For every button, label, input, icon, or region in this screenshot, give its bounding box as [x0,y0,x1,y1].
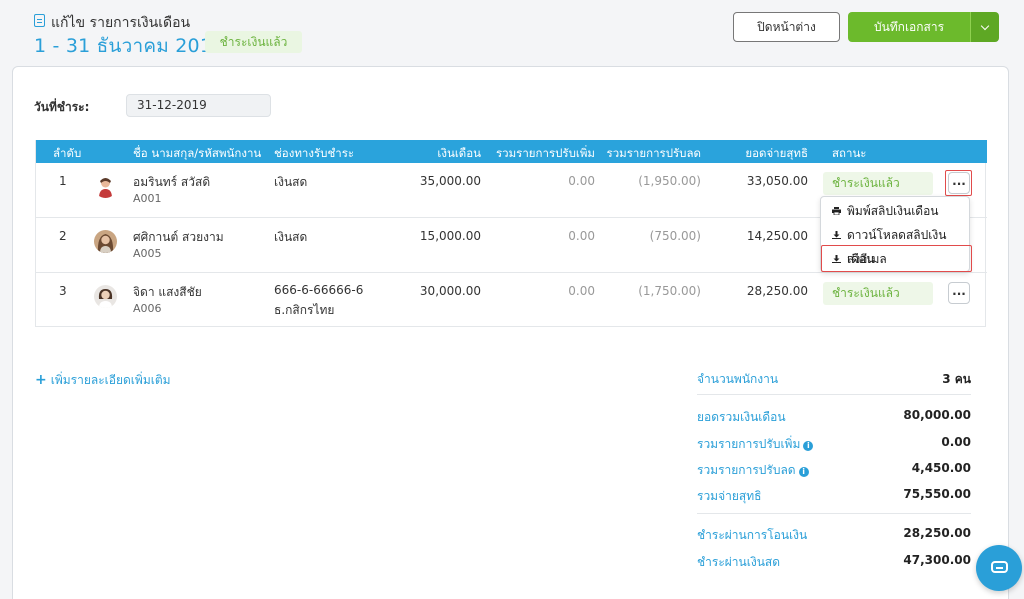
row-number: 2 [59,229,67,243]
transfer-value: 28,250.00 [903,526,971,540]
row-number: 3 [59,284,67,298]
total-add-label: รวมรายการปรับเพิ่ม i [697,435,814,454]
payment-date-label: วันที่ชำระ: [34,100,90,114]
divider [697,394,971,395]
info-icon[interactable]: i [798,467,809,477]
table-row: 3 จิดา แสงสีชัย A006 666-6-66666-6 ธ.กสิ… [36,273,987,328]
salary: 35,000.00 [419,174,481,188]
employee-name: จิดา แสงสีชัย [133,285,202,299]
column-header-no: ลำดับ [53,146,82,160]
plus-icon: + [35,372,47,388]
add-more-label: เพิ่มรายละเอียดเพิ่มเติม [50,373,171,387]
column-header-add: รวมรายการปรับเพิ่ม [495,146,595,160]
employee-name: อมรินทร์ สวัสดิ [133,175,211,189]
payment-bank: ธ.กสิกรไทย [274,303,335,317]
payment-channel: เงินสด [274,230,308,244]
total-deduct-value: 4,450.00 [911,461,971,475]
payroll-period: 1 - 31 ธันวาคม 2019 [34,35,225,57]
net-pay: 28,250.00 [746,284,808,298]
total-deduct: (750.00) [649,229,701,243]
avatar [94,230,117,253]
total-salary-value: 80,000.00 [903,408,971,422]
total-deduct: (1,950.00) [638,174,701,188]
payment-date-field[interactable]: 31-12-2019 [126,94,271,117]
employee-code: A005 [133,247,162,260]
salary: 15,000.00 [419,229,481,243]
status-badge: ชำระเงินแล้ว [823,282,933,305]
salary: 30,000.00 [419,284,481,298]
save-document-button[interactable]: บันทึกเอกสาร [848,12,970,42]
net-total-value: 75,550.00 [903,487,971,501]
employee-name: ศศิกานต์ สวยงาม [133,230,224,244]
more-options-button[interactable]: ... [948,282,970,304]
net-pay: 14,250.00 [746,229,808,243]
close-window-button[interactable]: ปิดหน้าต่าง [733,12,840,42]
payment-channel: 666-6-66666-6 [274,283,364,297]
payment-channel: เงินสด [274,175,308,189]
column-header-status: สถานะ [832,146,867,160]
column-header-net: ยอดจ่ายสุทธิ [745,146,808,160]
menu-item-label: พิมพ์สลิปเงินเดือน [847,204,939,218]
total-add: 0.00 [568,174,595,188]
employee-count-value: 3 คน [942,372,971,386]
status-badge: ชำระเงินแล้ว [205,31,302,53]
cash-label: ชำระผ่านเงินสด [697,555,781,569]
column-header-name: ชื่อ นามสกุล/รหัสพนักงาน [133,146,262,160]
payroll-summary: จำนวนพนักงาน 3 คน ยอดรวมเงินเดือน 80,000… [697,360,971,599]
total-add: 0.00 [568,229,595,243]
more-options-highlight [945,170,972,196]
total-add-value: 0.00 [941,435,971,449]
column-header-channel: ช่องทางรับชำระ [274,146,355,160]
total-salary-label: ยอดรวมเงินเดือน [697,410,786,424]
document-icon [34,14,45,27]
status-badge: ชำระเงินแล้ว [823,172,933,195]
avatar [94,175,117,198]
add-more-details-link[interactable]: + เพิ่มรายละเอียดเพิ่มเติม [35,371,171,390]
download-icon [832,231,841,239]
net-total-label: รวมจ่ายสุทธิ [697,489,762,503]
employee-code: A006 [133,302,162,315]
menu-item-download-slip[interactable]: ดาวน์โหลดสลิปเงินเดือน [821,223,971,266]
divider [697,513,971,514]
total-deduct-label: รวมรายการปรับลด i [697,461,809,480]
column-header-salary: เงินเดือน [437,146,481,160]
total-add: 0.00 [568,284,595,298]
cash-value: 47,300.00 [903,553,971,567]
total-deduct: (1,750.00) [638,284,701,298]
column-header-deduct: รวมรายการปรับลด [606,146,701,160]
info-icon[interactable]: i [803,441,814,451]
row-number: 1 [59,174,67,188]
print-icon [832,207,841,215]
employee-count-label: จำนวนพนักงาน [697,372,779,386]
menu-item-print-slip[interactable]: พิมพ์สลิปเงินเดือน [821,199,971,223]
chat-icon [991,561,1008,573]
page-header: แก้ไข รายการเงินเดือน 1 - 31 ธันวาคม 201… [0,0,1024,62]
avatar [94,285,117,308]
chat-button[interactable] [976,545,1022,591]
send-email-highlight [821,245,972,272]
table-header: ลำดับ ชื่อ นามสกุล/รหัสพนักงาน ช่องทางรั… [36,140,987,163]
transfer-label: ชำระผ่านการโอนเงิน [697,528,808,542]
net-pay: 33,050.00 [746,174,808,188]
save-options-chevron-down-icon[interactable] [970,12,999,42]
employee-code: A001 [133,192,162,205]
